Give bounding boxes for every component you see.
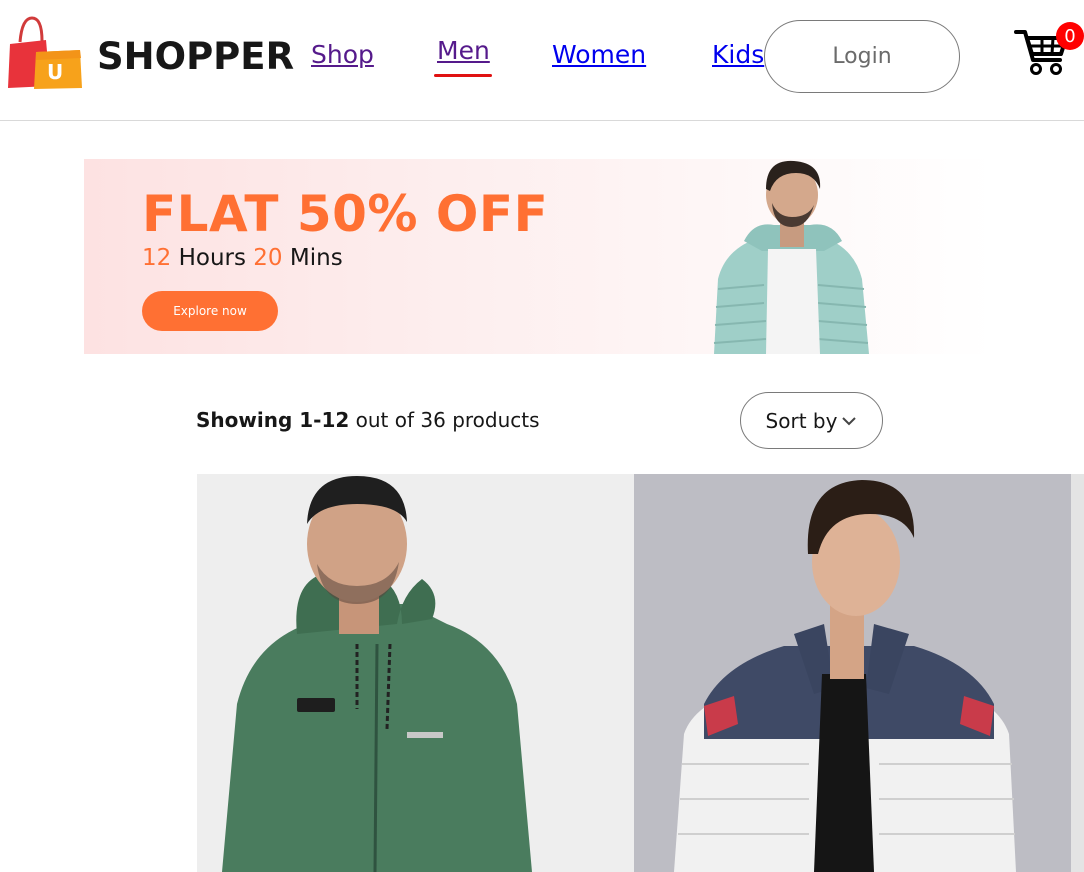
results-total: out of 36 products bbox=[355, 408, 540, 432]
nav-link-kids[interactable]: Kids bbox=[712, 40, 764, 69]
banner-countdown: 12 Hours 20 Mins bbox=[142, 245, 343, 271]
product-card-3[interactable] bbox=[1071, 474, 1084, 872]
product-image-white-jacket bbox=[674, 480, 1016, 872]
countdown-hours-label: Hours bbox=[178, 245, 246, 271]
brand-name[interactable]: SHOPPER bbox=[97, 35, 294, 78]
banner-model-image bbox=[713, 160, 869, 354]
nav-link-women[interactable]: Women bbox=[552, 40, 646, 69]
explore-now-button[interactable]: Explore now bbox=[142, 291, 278, 331]
shopping-bag-icon[interactable]: U bbox=[6, 14, 84, 90]
sort-label: Sort by bbox=[765, 408, 838, 433]
logo-letter: U bbox=[47, 60, 63, 84]
login-button[interactable]: Login bbox=[764, 20, 960, 93]
sort-dropdown[interactable]: Sort by bbox=[740, 392, 883, 449]
nav-link-men[interactable]: Men bbox=[437, 36, 490, 65]
banner-title: FLAT 50% OFF bbox=[142, 185, 549, 243]
nav-link-shop[interactable]: Shop bbox=[311, 40, 374, 69]
countdown-mins-label: Mins bbox=[289, 245, 343, 271]
chevron-down-icon bbox=[842, 416, 857, 425]
results-range: Showing 1-12 bbox=[196, 408, 350, 432]
product-image-green-jacket bbox=[222, 476, 532, 872]
active-nav-indicator bbox=[434, 74, 492, 77]
results-count: Showing 1-12 out of 36 products bbox=[196, 408, 540, 432]
promo-banner: FLAT 50% OFF 12 Hours 20 Mins Explore no… bbox=[84, 159, 994, 354]
countdown-hours: 12 bbox=[142, 245, 172, 271]
product-card-2[interactable] bbox=[634, 474, 1071, 872]
navbar: U SHOPPER Shop Men Women Kids Login 0 bbox=[0, 0, 1084, 121]
cart-count-badge: 0 bbox=[1056, 22, 1084, 50]
product-card-1[interactable] bbox=[197, 474, 634, 872]
countdown-mins: 20 bbox=[253, 245, 283, 271]
